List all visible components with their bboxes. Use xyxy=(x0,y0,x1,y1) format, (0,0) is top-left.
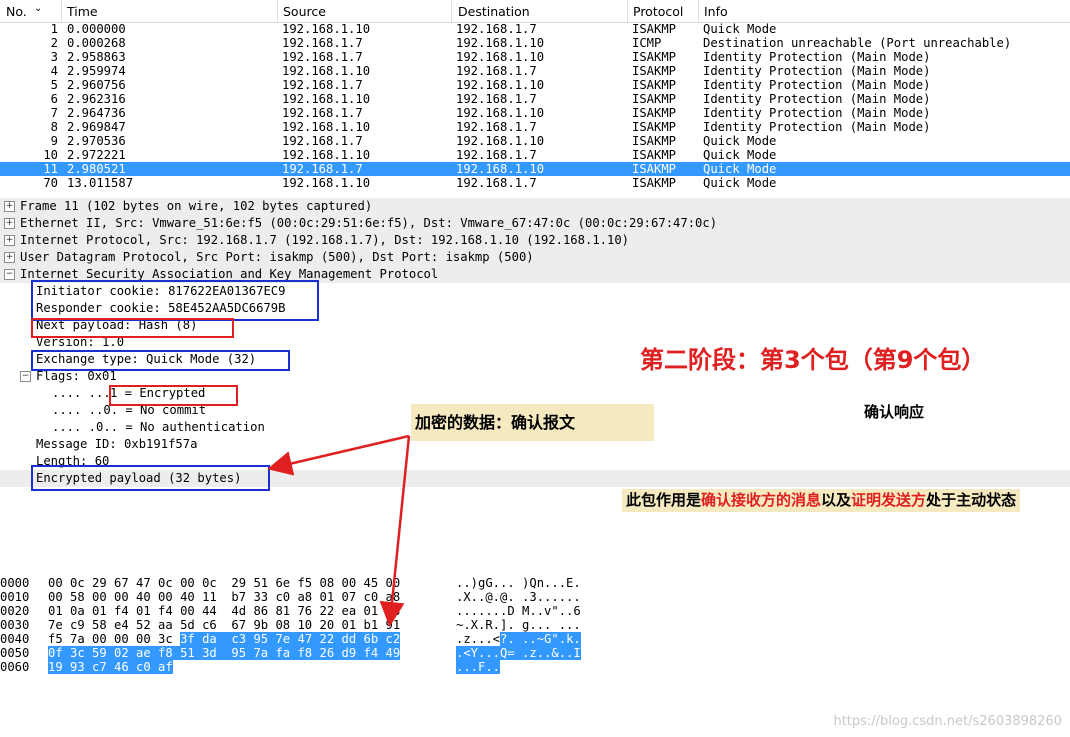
arrow-to-encrypted-payload xyxy=(267,434,410,476)
arrow-to-hex-bytes xyxy=(379,435,411,627)
watermark: https://blog.csdn.net/s2603898260 xyxy=(833,714,1062,729)
annotation-arrows xyxy=(267,434,411,627)
